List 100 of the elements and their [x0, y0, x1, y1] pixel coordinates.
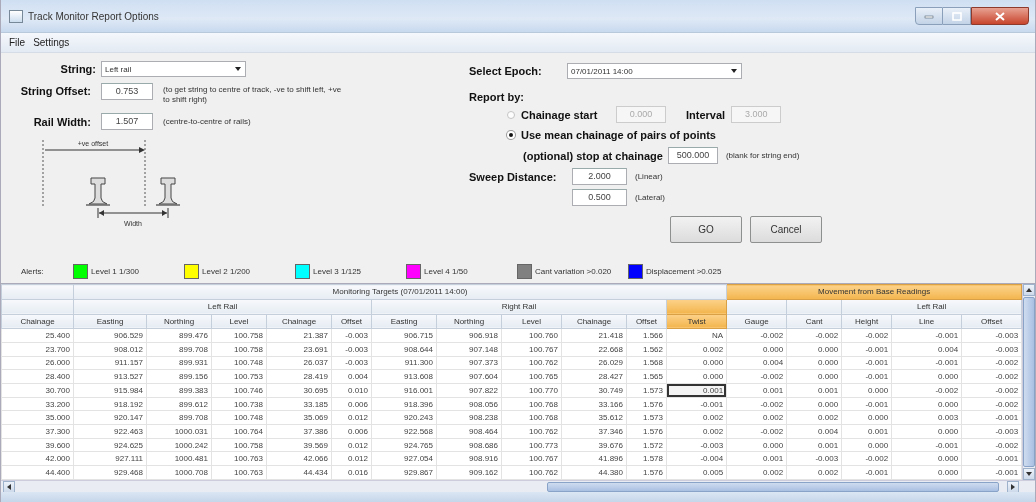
- table-cell: 33.166: [561, 397, 627, 411]
- table-cell: 1.568: [626, 356, 667, 370]
- table-cell: 924.625: [73, 438, 147, 452]
- stop-chainage-label: (optional) stop at chainage: [523, 149, 663, 162]
- table-cell: 35.612: [561, 410, 627, 425]
- rail-icon: [85, 177, 111, 206]
- table-cell: -0.003: [961, 328, 1022, 343]
- table-cell: 908.644: [371, 342, 437, 357]
- table-cell: -0.002: [961, 369, 1022, 384]
- table-cell: 100.765: [501, 369, 562, 384]
- table-cell: 0.000: [841, 410, 892, 425]
- table-cell: 0.000: [666, 356, 727, 370]
- table-cell: 1.573: [626, 410, 667, 425]
- table-cell: 0.005: [666, 465, 727, 480]
- scroll-right-icon: [1010, 484, 1016, 490]
- scroll-up-button[interactable]: [1023, 284, 1036, 296]
- rail-width-field[interactable]: 1.507: [101, 113, 153, 130]
- table-cell: -0.001: [961, 465, 1022, 480]
- go-button[interactable]: GO: [670, 216, 742, 243]
- table-cell: 0.002: [666, 342, 727, 357]
- table-cell: 922.463: [73, 424, 147, 439]
- scroll-thumb[interactable]: [547, 482, 999, 492]
- table-cell: -0.003: [331, 342, 372, 357]
- table-cell: 100.773: [501, 438, 562, 452]
- table-cell: 0.001: [726, 383, 787, 398]
- table-cell: 1.573: [626, 383, 667, 398]
- table-cell: 44.434: [266, 465, 332, 480]
- scroll-right-button[interactable]: [1007, 481, 1019, 493]
- table-cell: -0.002: [961, 356, 1022, 370]
- table-cell: 100.764: [211, 424, 267, 439]
- menu-item[interactable]: Settings: [29, 37, 74, 48]
- radio-label[interactable]: Use mean chainage of pairs of points: [521, 128, 716, 141]
- table-cell: -0.001: [841, 342, 892, 357]
- table-cell: 908.916: [436, 451, 502, 466]
- report-by-label: Report by:: [469, 91, 524, 103]
- table-cell: 0.006: [331, 424, 372, 439]
- table-cell: 100.738: [211, 397, 267, 411]
- table-cell: 1000.242: [146, 438, 212, 452]
- scroll-down-button[interactable]: [1023, 468, 1036, 480]
- table-cell: 100.762: [501, 356, 562, 370]
- table-cell: 0.000: [726, 342, 787, 357]
- epoch-dropdown[interactable]: 07/01/2011 14:00: [567, 63, 742, 79]
- table-cell: 1.565: [626, 369, 667, 384]
- table-cell: -0.001: [841, 397, 892, 411]
- string-offset-field[interactable]: 0.753: [101, 83, 153, 100]
- dropdown-arrow-icon[interactable]: [731, 69, 737, 73]
- menu-item[interactable]: File: [5, 37, 30, 48]
- table-cell: 1.576: [626, 465, 667, 480]
- table-cell: -0.002: [961, 383, 1022, 398]
- table-cell: 908.464: [436, 424, 502, 439]
- scroll-left-button[interactable]: [3, 481, 15, 493]
- window-title: Track Monitor Report Options: [28, 10, 159, 22]
- table-cell: 915.984: [73, 383, 147, 398]
- table-cell: 35.069: [266, 410, 332, 425]
- table-cell: 39.569: [266, 438, 332, 452]
- width-arrow: [97, 207, 169, 219]
- table-cell: 1.572: [626, 438, 667, 452]
- cancel-button[interactable]: Cancel: [750, 216, 822, 243]
- table-cell: 908.686: [436, 438, 502, 452]
- table-cell: 908.056: [436, 397, 502, 411]
- table-cell: -0.001: [841, 465, 892, 480]
- alerts-label: Alerts:: [21, 266, 45, 276]
- table-cell: 0.000: [891, 451, 962, 466]
- sweep-note: (Linear): [635, 172, 663, 181]
- table-cell: 37.300: [1, 424, 74, 439]
- radio-label[interactable]: Chainage start: [521, 108, 616, 121]
- scroll-thumb[interactable]: [1023, 297, 1036, 467]
- maximize-button[interactable]: [943, 7, 971, 25]
- table-cell: 0.012: [331, 451, 372, 466]
- table-cell: -0.003: [331, 328, 372, 343]
- close-button[interactable]: [971, 7, 1029, 25]
- table-cell: 911.157: [73, 356, 147, 370]
- table-cell: 100.758: [211, 342, 267, 357]
- table-cell: -0.001: [891, 356, 962, 370]
- sweep-distance-field[interactable]: 0.500: [572, 189, 627, 206]
- table-cell: 922.568: [371, 424, 437, 439]
- table-cell: 100.767: [501, 342, 562, 357]
- table-cell: 30.700: [1, 383, 74, 398]
- table-cell: 0.000: [891, 369, 962, 384]
- table-cell: 100.758: [211, 438, 267, 452]
- dropdown-arrow-icon[interactable]: [235, 67, 241, 71]
- table-cell: 0.012: [331, 438, 372, 452]
- sweep-distance-label: Sweep Distance:: [469, 170, 558, 183]
- table-cell: 911.300: [371, 356, 437, 370]
- table-cell: 0.002: [726, 410, 787, 425]
- table-cell: 100.768: [501, 397, 562, 411]
- table-cell: -0.002: [726, 328, 787, 343]
- dashed-guide-line: [42, 139, 44, 207]
- stop-chainage-field[interactable]: 500.000: [667, 147, 718, 164]
- table-cell: 0.004: [786, 424, 842, 439]
- vertical-scrollbar[interactable]: [1022, 284, 1036, 480]
- table-cell: 41.896: [561, 451, 627, 466]
- string-dropdown[interactable]: Left rail: [101, 61, 246, 77]
- table-cell: 918.396: [371, 397, 437, 411]
- table-cell: 920.243: [371, 410, 437, 425]
- table-cell: 0.016: [331, 465, 372, 480]
- table-cell: 23.691: [266, 342, 332, 357]
- sweep-distance-field[interactable]: 2.000: [572, 168, 627, 185]
- scroll-up-icon: [1026, 287, 1033, 293]
- radio-button[interactable]: [507, 110, 515, 119]
